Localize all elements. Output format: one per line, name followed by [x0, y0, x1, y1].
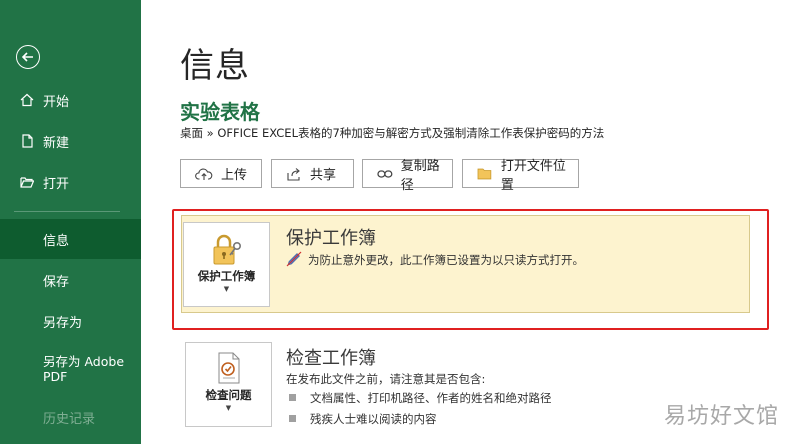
arrow-left-icon: [21, 52, 33, 62]
check-issues-tile[interactable]: 检查问题 ▼: [185, 342, 272, 427]
pencil-no-edit-icon: [286, 251, 302, 267]
nav-open-label: 打开: [43, 176, 70, 192]
nav-home[interactable]: 开始: [0, 85, 141, 115]
inspect-workbook-title: 检查工作簿: [286, 348, 376, 369]
page-title: 信息: [180, 46, 250, 86]
cloud-upload-icon: [195, 167, 213, 180]
inspect-workbook-intro: 在发布此文件之前，请注意其是否包含:: [286, 372, 486, 386]
open-file-location-button-label: 打开文件位置: [500, 158, 566, 193]
nav-info-label: 信息: [43, 233, 70, 249]
share-button-label: 共享: [310, 168, 337, 183]
share-icon: [287, 167, 300, 181]
open-file-location-button[interactable]: 打开文件位置: [462, 159, 579, 193]
nav-history-label: 历史记录: [43, 411, 96, 427]
document-title: 实验表格: [180, 100, 260, 124]
nav-save[interactable]: 保存: [0, 265, 141, 295]
breadcrumb: 桌面 » OFFICE EXCEL表格的7种加密与解密方式及强制清除工作表保护密…: [180, 126, 605, 140]
nav-home-label: 开始: [43, 94, 70, 110]
bullet-icon: [289, 394, 296, 401]
copy-path-button-label: 复制路径: [400, 158, 440, 193]
nav-save-as-pdf[interactable]: 另存为 Adobe PDF: [43, 354, 135, 384]
nav-history[interactable]: 历史记录: [0, 402, 141, 432]
nav-new-label: 新建: [43, 135, 70, 151]
nav-save-as-pdf-label: 另存为 Adobe PDF: [43, 354, 125, 384]
lock-key-icon: [213, 234, 241, 265]
nav-open[interactable]: 打开: [0, 167, 141, 197]
home-icon: [20, 93, 34, 107]
watermark: 易坊好文馆: [664, 404, 780, 429]
inspect-bullet-item: 文档属性、打印机路径、作者的姓名和绝对路径: [310, 391, 552, 405]
nav-save-as-label: 另存为: [43, 315, 83, 331]
inspect-document-icon: [218, 352, 239, 384]
protect-workbook-title: 保护工作簿: [286, 228, 376, 249]
bullet-icon: [289, 415, 296, 422]
chevron-down-icon: ▼: [225, 404, 232, 412]
upload-button[interactable]: 上传: [180, 159, 262, 188]
backstage-sidebar: 开始 新建 打开 信息 保存 另存为 另存为 Adobe PDF 历史记录: [0, 0, 141, 444]
protect-workbook-message: 为防止意外更改，此工作簿已设置为以只读方式打开。: [308, 253, 584, 267]
protect-workbook-tile-label: 保护工作簿: [197, 269, 256, 283]
sidebar-divider: [14, 211, 120, 212]
check-issues-tile-label: 检查问题: [205, 388, 252, 402]
upload-button-label: 上传: [221, 168, 248, 183]
copy-path-button[interactable]: 复制路径: [362, 159, 453, 193]
new-document-icon: [22, 134, 33, 148]
open-folder-icon: [20, 177, 34, 188]
nav-save-label: 保存: [43, 274, 70, 290]
chevron-down-icon: ▼: [223, 285, 230, 293]
nav-new[interactable]: 新建: [0, 126, 141, 156]
folder-icon: [477, 168, 492, 180]
share-button[interactable]: 共享: [271, 159, 354, 188]
nav-info[interactable]: 信息: [0, 219, 141, 259]
protect-workbook-tile[interactable]: 保护工作簿 ▼: [183, 222, 270, 307]
back-button[interactable]: [16, 45, 40, 69]
link-icon: [377, 169, 393, 178]
nav-save-as[interactable]: 另存为: [0, 306, 141, 336]
inspect-bullet-item: 残疾人士难以阅读的内容: [310, 412, 437, 426]
